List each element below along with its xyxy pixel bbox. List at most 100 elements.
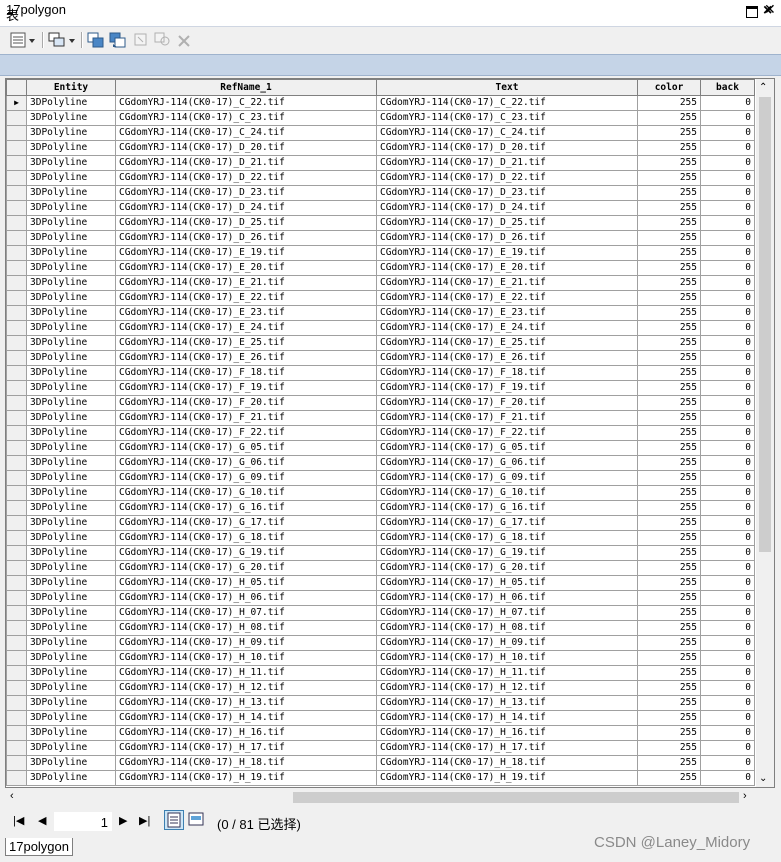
cell-text[interactable]: CGdomYRJ-114(CK0-17)_E_24.tif: [376, 320, 638, 336]
table-row[interactable]: 3DPolyline CGdomYRJ-114(CK0-17)_D_23.tif C…: [6, 185, 755, 201]
horizontal-scroll-thumb[interactable]: [293, 792, 739, 803]
cell-color[interactable]: 255: [637, 305, 701, 321]
table-row[interactable]: 3DPolyline CGdomYRJ-114(CK0-17)_H_16.tif C…: [6, 725, 755, 741]
cell-back[interactable]: 0: [700, 185, 755, 201]
cell-refname[interactable]: CGdomYRJ-114(CK0-17)_H_16.tif: [115, 725, 377, 741]
table-row[interactable]: 3DPolyline CGdomYRJ-114(CK0-17)_F_22.tif C…: [6, 425, 755, 441]
cell-text[interactable]: CGdomYRJ-114(CK0-17)_C_23.tif: [376, 110, 638, 126]
table-row[interactable]: 3DPolyline CGdomYRJ-114(CK0-17)_H_08.tif C…: [6, 620, 755, 636]
cell-color[interactable]: 255: [637, 470, 701, 486]
first-record-icon[interactable]: |◀: [13, 814, 24, 827]
cell-text[interactable]: CGdomYRJ-114(CK0-17)_H_17.tif: [376, 740, 638, 756]
scroll-down-icon[interactable]: ⌄: [759, 773, 767, 784]
row-selector[interactable]: [6, 335, 27, 351]
cell-back[interactable]: 0: [700, 320, 755, 336]
cell-refname[interactable]: CGdomYRJ-114(CK0-17)_H_11.tif: [115, 665, 377, 681]
cell-color[interactable]: 255: [637, 170, 701, 186]
cell-refname[interactable]: CGdomYRJ-114(CK0-17)_F_20.tif: [115, 395, 377, 411]
cell-text[interactable]: CGdomYRJ-114(CK0-17)_G_16.tif: [376, 500, 638, 516]
cell-back[interactable]: 0: [700, 350, 755, 366]
table-row[interactable]: 3DPolyline CGdomYRJ-114(CK0-17)_H_12.tif C…: [6, 680, 755, 696]
cell-entity[interactable]: 3DPolyline: [26, 470, 116, 486]
cell-refname[interactable]: CGdomYRJ-114(CK0-17)_H_07.tif: [115, 605, 377, 621]
row-selector[interactable]: [6, 170, 27, 186]
show-selected-records-icon[interactable]: [188, 812, 204, 826]
cell-refname[interactable]: CGdomYRJ-114(CK0-17)_H_05.tif: [115, 575, 377, 591]
show-all-records-icon[interactable]: [164, 810, 184, 830]
row-selector[interactable]: [6, 560, 27, 576]
table-row[interactable]: 3DPolyline CGdomYRJ-114(CK0-17)_F_20.tif C…: [6, 395, 755, 411]
previous-record-icon[interactable]: ◀: [38, 814, 46, 827]
cell-text[interactable]: CGdomYRJ-114(CK0-17)_G_19.tif: [376, 545, 638, 561]
cell-color[interactable]: 255: [637, 215, 701, 231]
cell-refname[interactable]: CGdomYRJ-114(CK0-17)_D_25.tif: [115, 215, 377, 231]
table-row[interactable]: 3DPolyline CGdomYRJ-114(CK0-17)_E_19.tif C…: [6, 245, 755, 261]
row-selector[interactable]: [6, 110, 27, 126]
table-row[interactable]: 3DPolyline CGdomYRJ-114(CK0-17)_G_17.tif C…: [6, 515, 755, 531]
row-selector[interactable]: [6, 515, 27, 531]
table-row[interactable]: 3DPolyline CGdomYRJ-114(CK0-17)_H_05.tif C…: [6, 575, 755, 591]
cell-refname[interactable]: CGdomYRJ-114(CK0-17)_H_18.tif: [115, 755, 377, 771]
row-selector[interactable]: [6, 155, 27, 171]
cell-text[interactable]: CGdomYRJ-114(CK0-17)_G_18.tif: [376, 530, 638, 546]
cell-entity[interactable]: 3DPolyline: [26, 485, 116, 501]
cell-entity[interactable]: 3DPolyline: [26, 335, 116, 351]
cell-back[interactable]: 0: [700, 290, 755, 306]
table-row[interactable]: 3DPolyline CGdomYRJ-114(CK0-17)_H_14.tif C…: [6, 710, 755, 726]
row-selector[interactable]: [6, 260, 27, 276]
cell-text[interactable]: CGdomYRJ-114(CK0-17)_F_18.tif: [376, 365, 638, 381]
cell-back[interactable]: 0: [700, 200, 755, 216]
column-header-refname[interactable]: RefName_1: [115, 79, 377, 96]
cell-color[interactable]: 255: [637, 650, 701, 666]
cell-color[interactable]: 255: [637, 695, 701, 711]
cell-color[interactable]: 255: [637, 365, 701, 381]
cell-entity[interactable]: 3DPolyline: [26, 605, 116, 621]
row-selector[interactable]: ▶: [6, 95, 27, 111]
cell-entity[interactable]: 3DPolyline: [26, 185, 116, 201]
cell-text[interactable]: CGdomYRJ-114(CK0-17)_F_22.tif: [376, 425, 638, 441]
cell-color[interactable]: 255: [637, 425, 701, 441]
cell-color[interactable]: 255: [637, 620, 701, 636]
cell-entity[interactable]: 3DPolyline: [26, 215, 116, 231]
table-row[interactable]: 3DPolyline CGdomYRJ-114(CK0-17)_E_21.tif C…: [6, 275, 755, 291]
cell-back[interactable]: 0: [700, 455, 755, 471]
cell-refname[interactable]: CGdomYRJ-114(CK0-17)_H_14.tif: [115, 710, 377, 726]
table-row[interactable]: 3DPolyline CGdomYRJ-114(CK0-17)_G_20.tif C…: [6, 560, 755, 576]
cell-back[interactable]: 0: [700, 620, 755, 636]
cell-refname[interactable]: CGdomYRJ-114(CK0-17)_H_13.tif: [115, 695, 377, 711]
cell-refname[interactable]: CGdomYRJ-114(CK0-17)_G_17.tif: [115, 515, 377, 531]
cell-entity[interactable]: 3DPolyline: [26, 755, 116, 771]
cell-back[interactable]: 0: [700, 260, 755, 276]
row-selector[interactable]: [6, 305, 27, 321]
cell-refname[interactable]: CGdomYRJ-114(CK0-17)_D_20.tif: [115, 140, 377, 156]
cell-color[interactable]: 255: [637, 95, 701, 111]
cell-entity[interactable]: 3DPolyline: [26, 290, 116, 306]
table-row[interactable]: 3DPolyline CGdomYRJ-114(CK0-17)_G_05.tif C…: [6, 440, 755, 456]
cell-refname[interactable]: CGdomYRJ-114(CK0-17)_G_20.tif: [115, 560, 377, 576]
cell-text[interactable]: CGdomYRJ-114(CK0-17)_E_21.tif: [376, 275, 638, 291]
cell-back[interactable]: 0: [700, 155, 755, 171]
cell-text[interactable]: CGdomYRJ-114(CK0-17)_E_25.tif: [376, 335, 638, 351]
cell-text[interactable]: CGdomYRJ-114(CK0-17)_H_18.tif: [376, 755, 638, 771]
cell-entity[interactable]: 3DPolyline: [26, 530, 116, 546]
cell-text[interactable]: CGdomYRJ-114(CK0-17)_G_17.tif: [376, 515, 638, 531]
column-header-text[interactable]: Text: [376, 79, 638, 96]
row-selector[interactable]: [6, 200, 27, 216]
row-selector[interactable]: [6, 365, 27, 381]
row-selector[interactable]: [6, 665, 27, 681]
cell-back[interactable]: 0: [700, 680, 755, 696]
cell-color[interactable]: 255: [637, 290, 701, 306]
cell-text[interactable]: CGdomYRJ-114(CK0-17)_C_24.tif: [376, 125, 638, 141]
table-row[interactable]: 3DPolyline CGdomYRJ-114(CK0-17)_H_11.tif C…: [6, 665, 755, 681]
table-row[interactable]: 3DPolyline CGdomYRJ-114(CK0-17)_H_07.tif C…: [6, 605, 755, 621]
cell-refname[interactable]: CGdomYRJ-114(CK0-17)_G_18.tif: [115, 530, 377, 546]
bottom-table-tab[interactable]: 17polygon: [5, 838, 73, 856]
cell-color[interactable]: 255: [637, 245, 701, 261]
cell-text[interactable]: CGdomYRJ-114(CK0-17)_D_20.tif: [376, 140, 638, 156]
cell-back[interactable]: 0: [700, 770, 755, 786]
cell-back[interactable]: 0: [700, 530, 755, 546]
cell-back[interactable]: 0: [700, 425, 755, 441]
cell-text[interactable]: CGdomYRJ-114(CK0-17)_H_05.tif: [376, 575, 638, 591]
table-row[interactable]: 3DPolyline CGdomYRJ-114(CK0-17)_G_10.tif C…: [6, 485, 755, 501]
cell-color[interactable]: 255: [637, 590, 701, 606]
